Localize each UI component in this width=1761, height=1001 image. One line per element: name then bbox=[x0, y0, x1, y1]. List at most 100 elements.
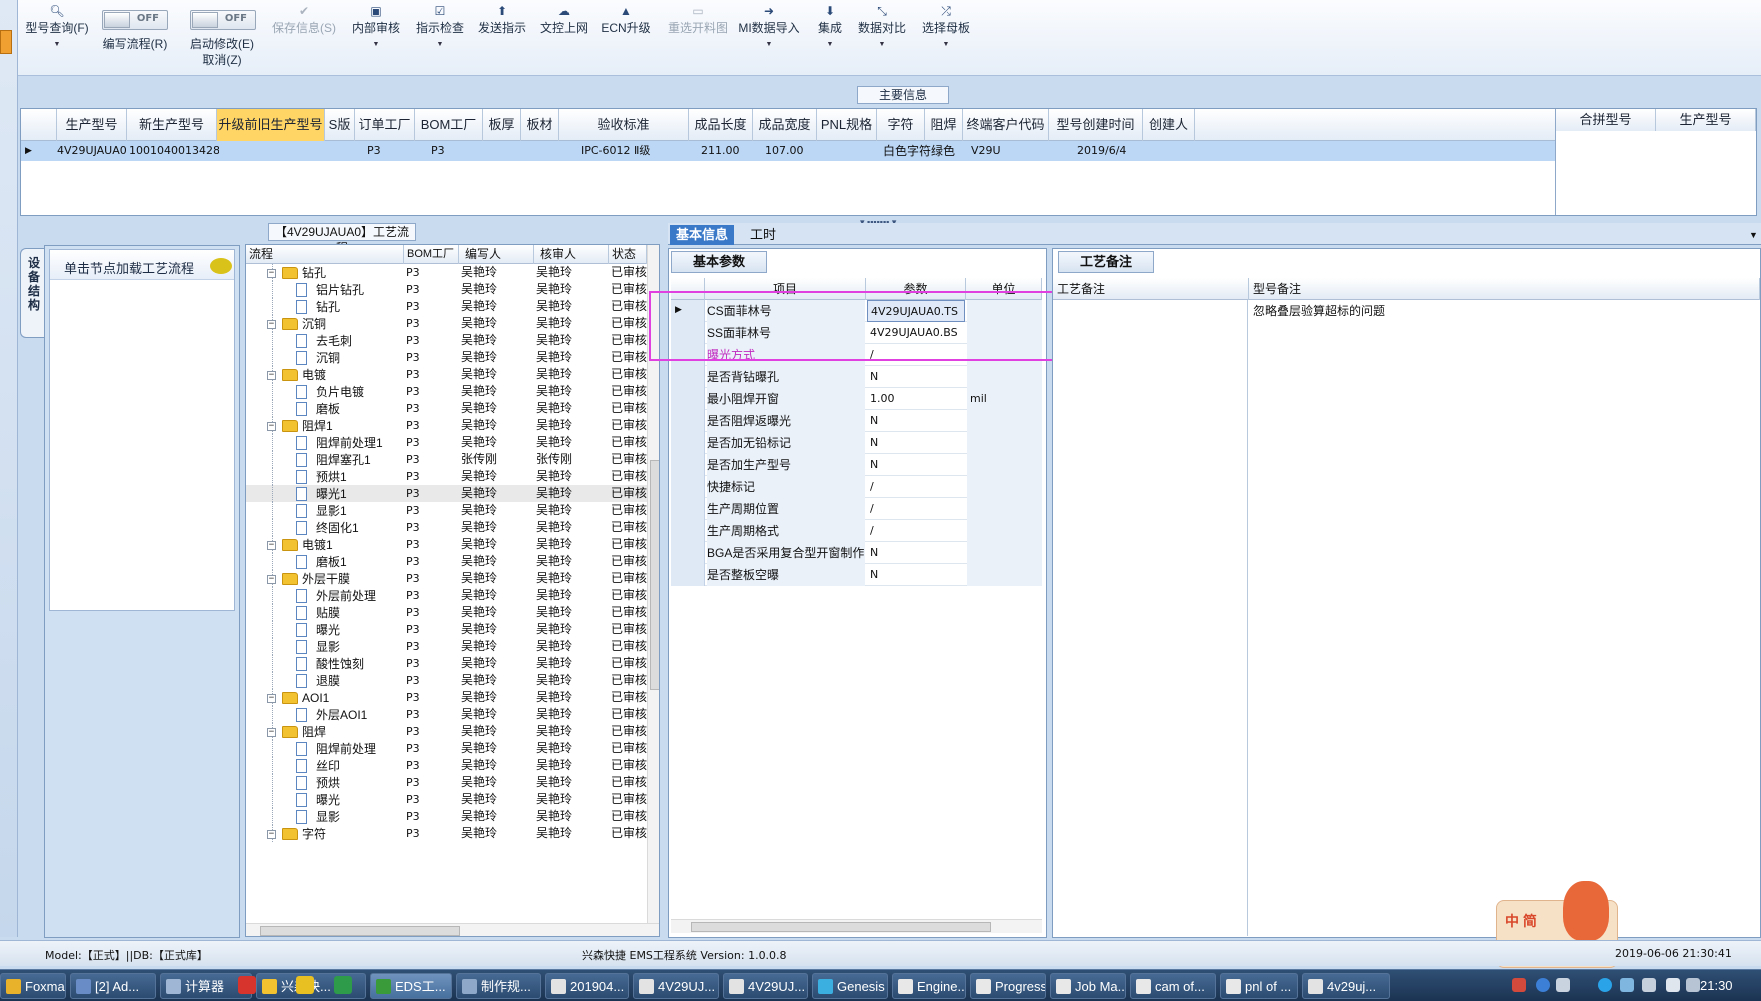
col-flow[interactable]: 流程 bbox=[246, 245, 404, 264]
taskbar-clock[interactable]: 21:30 bbox=[1700, 978, 1733, 993]
param-row[interactable]: 是否加无铅标记 N bbox=[671, 432, 1042, 454]
taskbar-button[interactable]: Progress bbox=[970, 973, 1046, 999]
col-customer-code[interactable]: 终端客户代码 bbox=[963, 109, 1049, 141]
tray-arrow-icon[interactable] bbox=[1556, 978, 1570, 992]
integration-button[interactable]: ⬇ 集成 ▼ bbox=[812, 0, 848, 76]
param-value-field[interactable]: / bbox=[867, 476, 965, 498]
collapse-icon[interactable]: − bbox=[267, 728, 276, 737]
tree-row[interactable]: 预烘1 P3 吴艳玲 吴艳玲 已审核 bbox=[246, 468, 647, 485]
param-value-field[interactable]: N bbox=[867, 542, 965, 564]
param-value-field[interactable]: / bbox=[867, 520, 965, 542]
tree-row[interactable]: − 电镀1 P3 吴艳玲 吴艳玲 已审核 bbox=[246, 536, 647, 553]
col-created-time[interactable]: 型号创建时间 bbox=[1049, 109, 1143, 141]
row-indicator[interactable] bbox=[671, 432, 705, 454]
row-indicator[interactable] bbox=[671, 520, 705, 542]
tree-row[interactable]: − 钻孔 P3 吴艳玲 吴艳玲 已审核 bbox=[246, 264, 647, 281]
tree-row[interactable]: 铝片钻孔 P3 吴艳玲 吴艳玲 已审核 bbox=[246, 281, 647, 298]
param-value-field[interactable]: N bbox=[867, 432, 965, 454]
row-indicator[interactable] bbox=[671, 410, 705, 432]
param-row[interactable]: 是否加生产型号 N bbox=[671, 454, 1042, 476]
tree-row[interactable]: 去毛刺 P3 吴艳玲 吴艳玲 已审核 bbox=[246, 332, 647, 349]
taskbar-button[interactable]: EDS工... bbox=[370, 973, 452, 999]
tree-node[interactable]: 阻焊前处理1 bbox=[246, 434, 403, 451]
tree-row[interactable]: 曝光 P3 吴艳玲 吴艳玲 已审核 bbox=[246, 621, 647, 638]
tree-node[interactable]: 外层AOI1 bbox=[246, 706, 403, 723]
taskbar-button[interactable]: Genesis bbox=[812, 973, 888, 999]
taskbar-button[interactable]: Foxmail bbox=[0, 973, 66, 999]
tree-row[interactable]: 丝印 P3 吴艳玲 吴艳玲 已审核 bbox=[246, 757, 647, 774]
tree-row[interactable]: 外层前处理 P3 吴艳玲 吴艳玲 已审核 bbox=[246, 587, 647, 604]
param-value-field[interactable]: N bbox=[867, 454, 965, 476]
tree-row[interactable]: 外层AOI1 P3 吴艳玲 吴艳玲 已审核 bbox=[246, 706, 647, 723]
param-row[interactable]: BGA是否采用复合型开窗制作 N bbox=[671, 542, 1042, 564]
row-indicator[interactable] bbox=[671, 454, 705, 476]
tree-node[interactable]: 丝印 bbox=[246, 757, 403, 774]
tree-node[interactable]: 负片电镀 bbox=[246, 383, 403, 400]
tree-node[interactable]: 显影 bbox=[246, 638, 403, 655]
tab-process-notes[interactable]: 工艺备注 bbox=[1058, 251, 1154, 273]
tree-node[interactable]: − 阻焊1 bbox=[246, 417, 403, 434]
tree-row[interactable]: − AOI1 P3 吴艳玲 吴艳玲 已审核 bbox=[246, 689, 647, 706]
tree-row[interactable]: 沉铜 P3 吴艳玲 吴艳玲 已审核 bbox=[246, 349, 647, 366]
data-compare-button[interactable]: ⤡ 数据对比 ▼ bbox=[850, 0, 914, 76]
collapse-icon[interactable]: − bbox=[267, 371, 276, 380]
tree-node[interactable]: 终固化1 bbox=[246, 519, 403, 536]
tree-node[interactable]: 阻焊前处理 bbox=[246, 740, 403, 757]
col-standard[interactable]: 验收标准 bbox=[559, 109, 689, 141]
internal-review-button[interactable]: ▣ 内部审核 ▼ bbox=[348, 0, 404, 76]
app-icon-red[interactable] bbox=[238, 976, 256, 994]
col-s-version[interactable]: S版 bbox=[325, 109, 355, 141]
tree-row[interactable]: 阻焊塞孔1 P3 张传刚 张传刚 已审核 bbox=[246, 451, 647, 468]
app-icon-yellow[interactable] bbox=[296, 976, 314, 994]
ecn-upgrade-button[interactable]: ▲ ECN升级 bbox=[600, 0, 652, 76]
collapse-icon[interactable]: − bbox=[267, 541, 276, 550]
tree-row[interactable]: 退膜 P3 吴艳玲 吴艳玲 已审核 bbox=[246, 672, 647, 689]
collapse-icon[interactable]: − bbox=[267, 830, 276, 839]
reselect-drawing-button[interactable]: ▭ 重选开料图 bbox=[660, 0, 736, 76]
tree-node[interactable]: 磨板1 bbox=[246, 553, 403, 570]
taskbar-button[interactable]: 制作规... bbox=[456, 973, 541, 999]
save-info-button[interactable]: ✔ 保存信息(S) bbox=[268, 0, 340, 76]
tree-node[interactable]: 显影 bbox=[246, 808, 403, 825]
col-bom-factory[interactable]: BOM工厂 bbox=[404, 245, 459, 264]
taskbar-button[interactable]: Engine... bbox=[892, 973, 966, 999]
cancel-button[interactable]: 取消(Z) bbox=[182, 52, 262, 68]
tree-node[interactable]: 酸性蚀刻 bbox=[246, 655, 403, 672]
col-editor[interactable]: 编写人 bbox=[459, 245, 534, 264]
param-value-field[interactable]: N bbox=[867, 564, 965, 586]
keyboard-icon[interactable] bbox=[1642, 978, 1656, 992]
table-row[interactable]: ▶ 4V29UJAUA0 10010400134289 P3 P3 IPC-60… bbox=[21, 141, 1555, 161]
start-modify-button[interactable]: OFF 启动修改(E) 取消(Z) bbox=[182, 0, 262, 76]
param-row[interactable]: 最小阻焊开窗 1.00 mil bbox=[671, 388, 1042, 410]
param-row[interactable]: 生产周期格式 / bbox=[671, 520, 1042, 542]
col-process-note[interactable]: 工艺备注 bbox=[1053, 278, 1249, 300]
upload-button[interactable]: ☁ 文控上网 bbox=[536, 0, 592, 76]
col-pnl[interactable]: PNL规格 bbox=[817, 109, 877, 141]
tab-labor-hours[interactable]: 工时 bbox=[744, 225, 782, 245]
tray-app-icon[interactable] bbox=[1512, 978, 1526, 992]
param-row[interactable]: 是否背钻曝孔 N bbox=[671, 366, 1042, 388]
collapse-icon[interactable]: − bbox=[267, 694, 276, 703]
tree-row[interactable]: 曝光1 P3 吴艳玲 吴艳玲 已审核 bbox=[246, 485, 647, 502]
tree-row[interactable]: 预烘 P3 吴艳玲 吴艳玲 已审核 bbox=[246, 774, 647, 791]
tree-node[interactable]: − 阻焊 bbox=[246, 723, 403, 740]
tree-node[interactable]: 曝光1 bbox=[246, 485, 403, 502]
tree-row[interactable]: − 电镀 P3 吴艳玲 吴艳玲 已审核 bbox=[246, 366, 647, 383]
tree-node[interactable]: 预烘1 bbox=[246, 468, 403, 485]
process-note-area[interactable] bbox=[1053, 300, 1248, 936]
tree-node[interactable]: − 字符 bbox=[246, 825, 403, 842]
tree-row[interactable]: 酸性蚀刻 P3 吴艳玲 吴艳玲 已审核 bbox=[246, 655, 647, 672]
tree-row[interactable]: 显影 P3 吴艳玲 吴艳玲 已审核 bbox=[246, 808, 647, 825]
taskbar-button[interactable]: cam of... bbox=[1130, 973, 1216, 999]
tree-node[interactable]: 显影1 bbox=[246, 502, 403, 519]
tree-row[interactable]: 钻孔 P3 吴艳玲 吴艳玲 已审核 bbox=[246, 298, 647, 315]
param-value-field[interactable]: 1.00 bbox=[867, 388, 965, 410]
col-production-model[interactable]: 生产型号 bbox=[57, 109, 127, 141]
col-old-model[interactable]: 升级前旧生产型号 bbox=[217, 109, 325, 141]
tree-row[interactable]: 磨板 P3 吴艳玲 吴艳玲 已审核 bbox=[246, 400, 647, 417]
write-flow-toggle[interactable]: OFF bbox=[102, 10, 168, 30]
tree-node[interactable]: 贴膜 bbox=[246, 604, 403, 621]
tree-node[interactable]: 曝光 bbox=[246, 621, 403, 638]
tree-node[interactable]: − 电镀1 bbox=[246, 536, 403, 553]
tree-row[interactable]: 贴膜 P3 吴艳玲 吴艳玲 已审核 bbox=[246, 604, 647, 621]
